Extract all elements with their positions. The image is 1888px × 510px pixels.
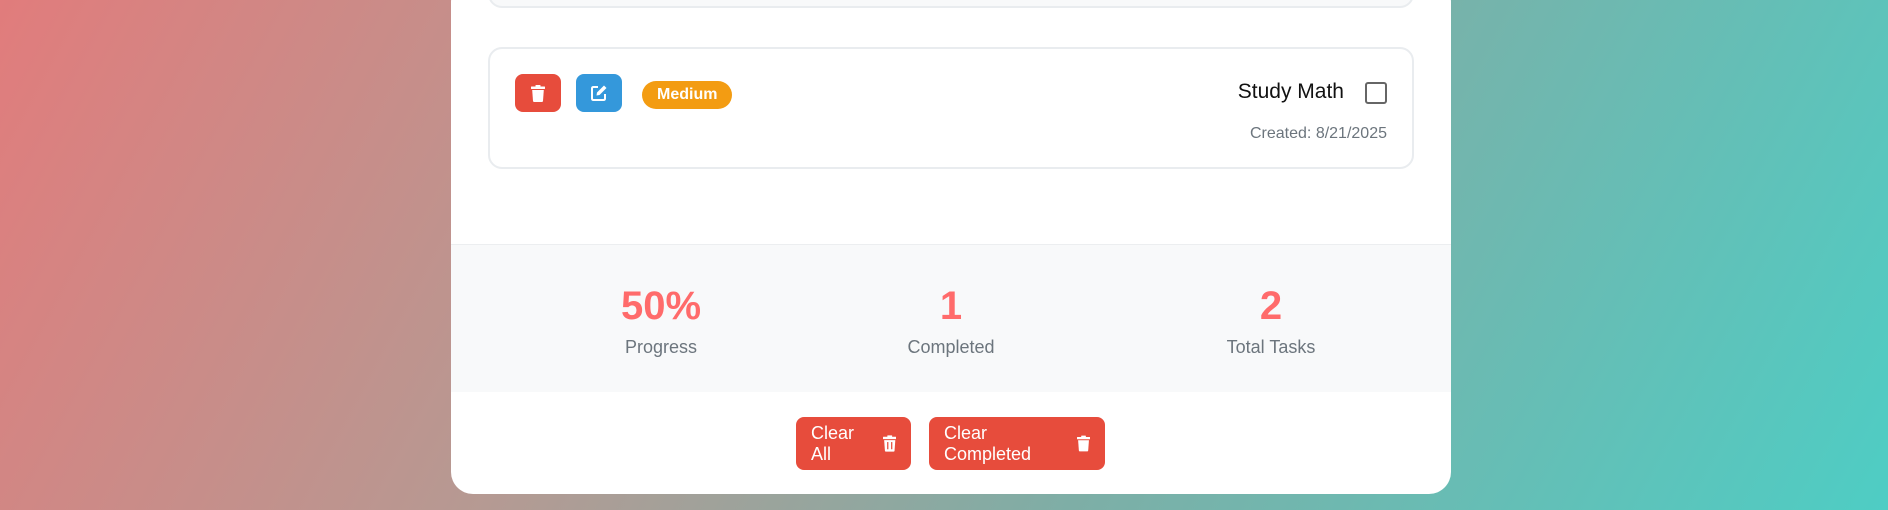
stat-progress-value: 50%	[620, 284, 702, 328]
stat-completed-value: 1	[939, 284, 963, 328]
clear-completed-label: Clear Completed	[944, 422, 1032, 464]
stat-completed: 1 Completed	[821, 245, 1081, 358]
stat-progress-label: Progress	[624, 337, 698, 357]
task-complete-checkbox[interactable]	[1365, 82, 1387, 104]
todo-card: Medium Study Math Created: 8/21/2025 50%…	[451, 0, 1451, 494]
previous-task-item	[488, 0, 1414, 8]
trash-icon	[882, 435, 896, 452]
task-created-date: Created: 8/21/2025	[1250, 125, 1387, 142]
edit-task-button[interactable]	[576, 74, 622, 112]
stat-progress: 50% Progress	[531, 245, 791, 358]
stat-total: 2 Total Tasks	[1141, 245, 1401, 358]
priority-badge: Medium	[642, 81, 733, 109]
trash-icon	[1076, 435, 1090, 452]
clear-completed-button[interactable]: Clear Completed	[929, 417, 1105, 470]
task-item: Medium Study Math Created: 8/21/2025	[488, 47, 1414, 169]
clear-all-button[interactable]: Clear All	[796, 417, 911, 470]
trash-icon	[531, 84, 545, 102]
delete-task-button[interactable]	[515, 74, 561, 112]
clear-all-label: Clear All	[811, 422, 855, 464]
stat-completed-label: Completed	[907, 337, 995, 357]
stats-panel: 50% Progress 1 Completed 2 Total Tasks	[451, 244, 1451, 392]
task-title: Study Math	[1237, 80, 1344, 103]
edit-icon	[591, 85, 607, 101]
stat-total-value: 2	[1259, 284, 1283, 328]
stat-total-label: Total Tasks	[1226, 337, 1316, 357]
